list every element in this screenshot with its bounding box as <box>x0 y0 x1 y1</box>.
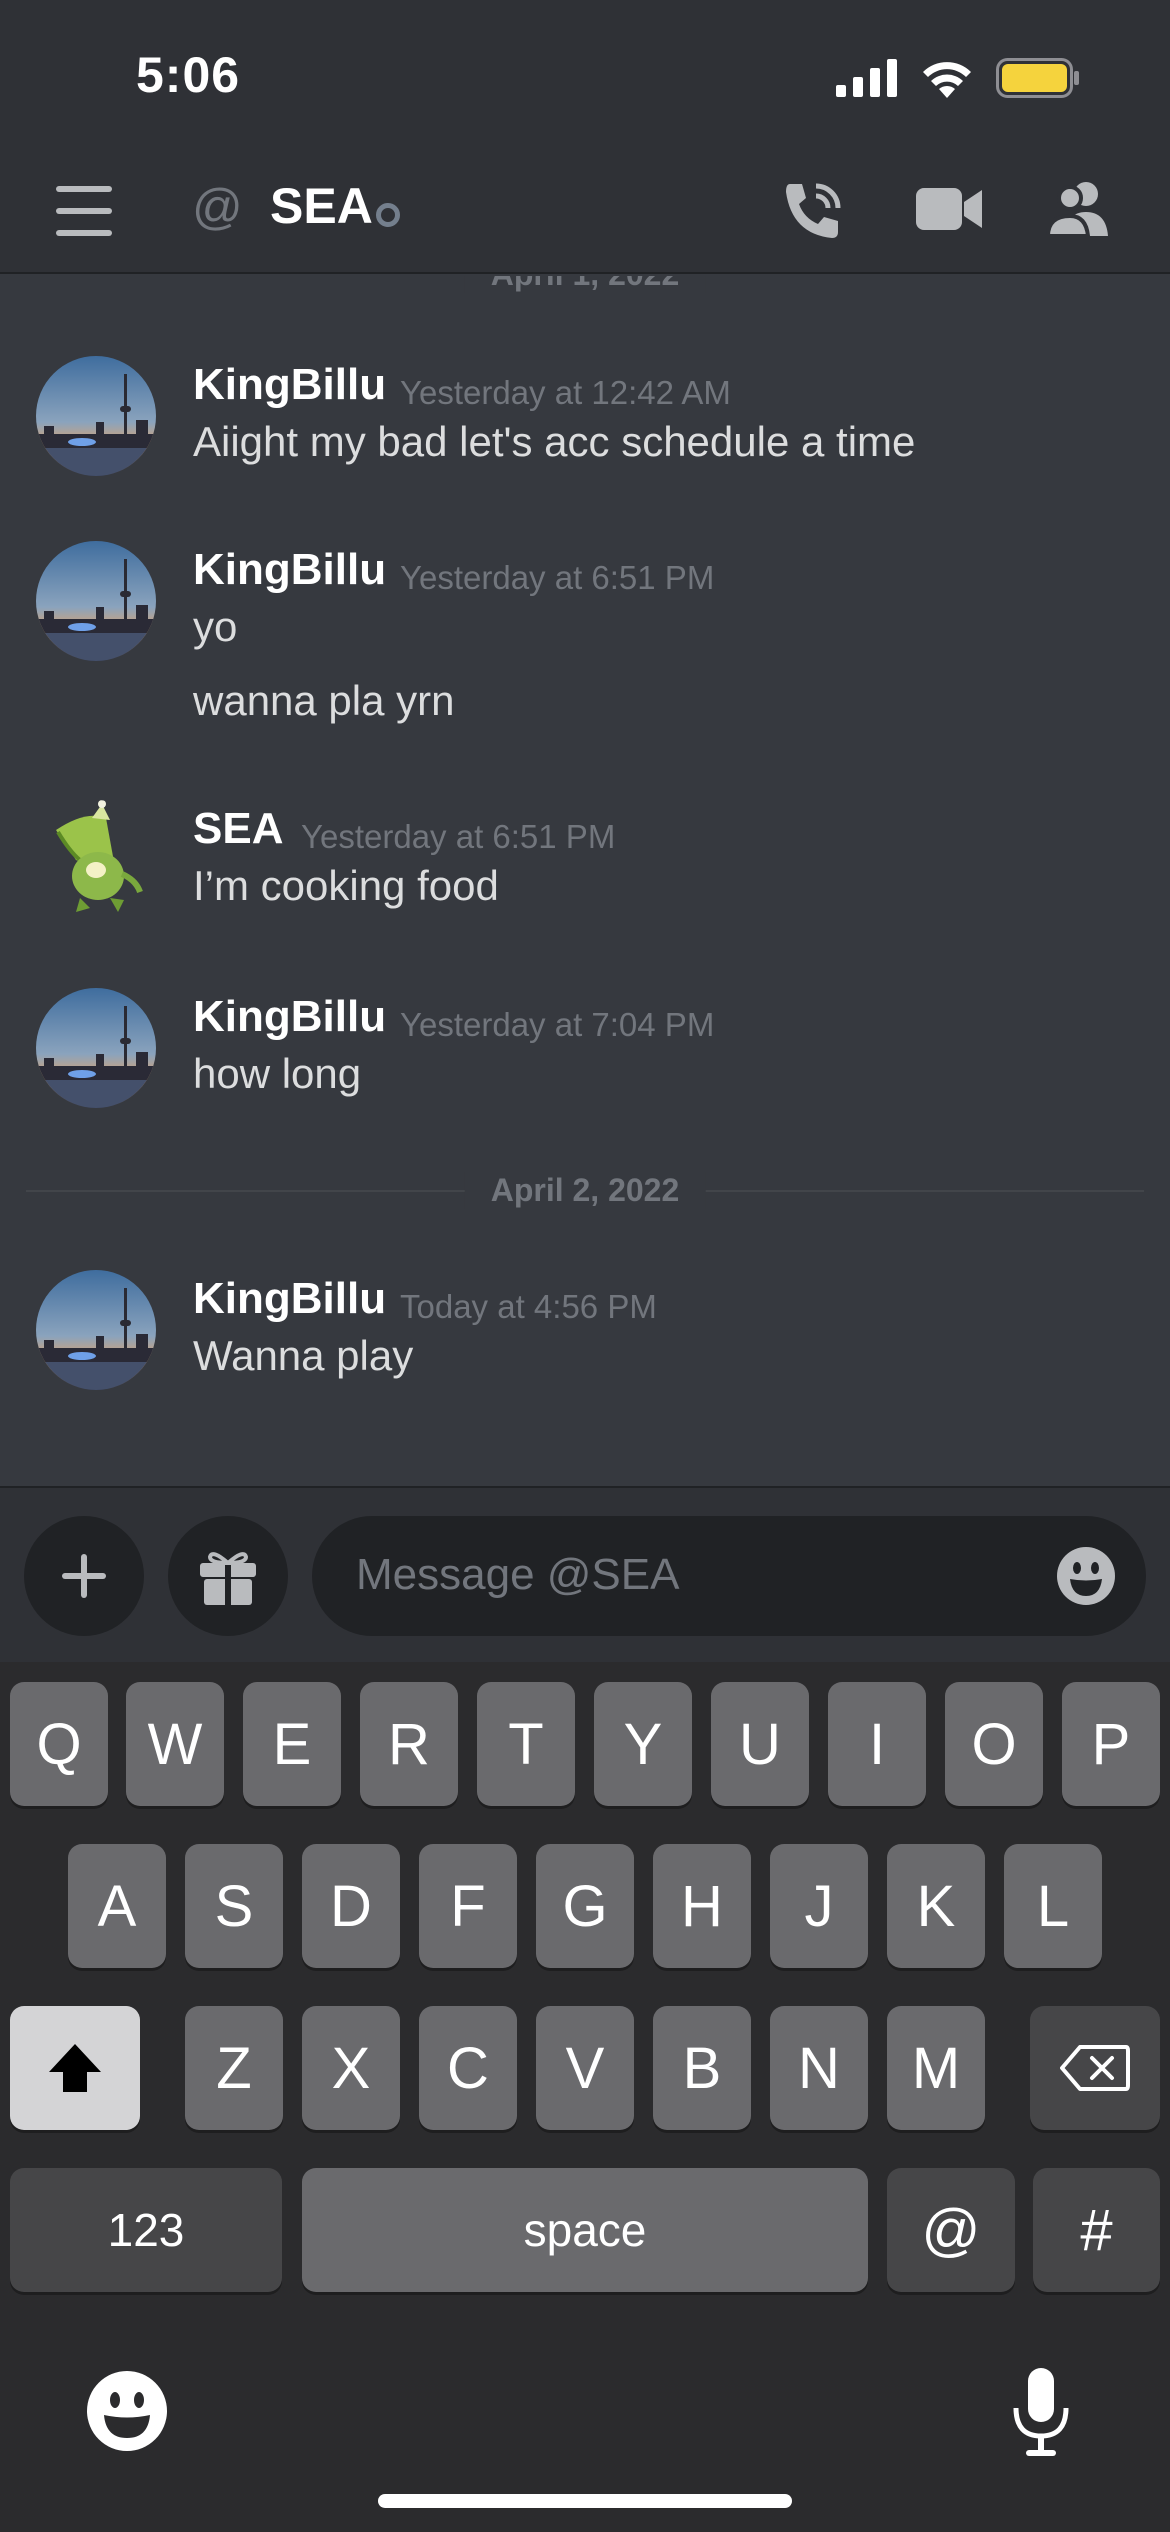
key-v[interactable]: V <box>536 2006 634 2130</box>
message-timestamp: Yesterday at 6:51 PM <box>301 818 616 855</box>
city-skyline-avatar-icon <box>36 1270 156 1390</box>
key-d[interactable]: D <box>302 1844 400 1968</box>
key-j[interactable]: J <box>770 1844 868 1968</box>
key-m[interactable]: M <box>887 2006 985 2130</box>
key-t[interactable]: T <box>477 1682 575 1806</box>
avatar[interactable] <box>36 800 156 920</box>
key-s[interactable]: S <box>185 1844 283 1968</box>
message-author[interactable]: SEA <box>193 804 283 854</box>
key-h[interactable]: H <box>653 1844 751 1968</box>
key-z[interactable]: Z <box>185 2006 283 2130</box>
key-c[interactable]: C <box>419 2006 517 2130</box>
wifi-icon <box>923 62 971 98</box>
status-bar: 5:06 <box>0 0 1170 150</box>
message-text: wanna pla yrn <box>193 677 455 724</box>
menu-line <box>56 230 112 236</box>
voice-call-icon[interactable] <box>782 180 842 242</box>
avatar[interactable] <box>36 356 156 476</box>
message-timestamp: Yesterday at 12:42 AM <box>400 374 731 411</box>
message-text: I’m cooking food <box>193 862 499 909</box>
status-time: 5:06 <box>136 47 241 103</box>
message-timestamp: Yesterday at 6:51 PM <box>400 559 715 596</box>
key-y[interactable]: Y <box>594 1682 692 1806</box>
city-skyline-avatar-icon <box>36 541 156 661</box>
message-input-placeholder: Message @SEA <box>356 1550 680 1599</box>
message-author[interactable]: KingBillu <box>193 992 386 1042</box>
key-f[interactable]: F <box>419 1844 517 1968</box>
message-text: yo <box>193 603 238 650</box>
gift-icon <box>200 1552 256 1605</box>
menu-line <box>56 208 112 214</box>
key-w[interactable]: W <box>126 1682 224 1806</box>
menu-line <box>56 186 112 192</box>
space-key[interactable]: space <box>302 2168 868 2292</box>
key-i[interactable]: I <box>828 1682 926 1806</box>
city-skyline-avatar-icon <box>36 356 156 476</box>
key-u[interactable]: U <box>711 1682 809 1806</box>
member-list-icon[interactable] <box>1046 180 1112 238</box>
message-author[interactable]: KingBillu <box>193 545 386 595</box>
key-x[interactable]: X <box>302 2006 400 2130</box>
message-input[interactable]: Message @SEA <box>312 1516 1146 1636</box>
video-call-icon[interactable] <box>916 186 982 232</box>
at-key[interactable]: @ <box>887 2168 1015 2292</box>
menu-button[interactable] <box>56 186 112 236</box>
battery-icon <box>996 58 1079 98</box>
emoji-picker-icon[interactable] <box>1056 1546 1116 1606</box>
green-creature-avatar-icon <box>56 800 143 912</box>
message-timestamp: Today at 4:56 PM <box>400 1288 657 1325</box>
message-text: Wanna play <box>193 1332 414 1379</box>
avatar[interactable] <box>36 541 156 661</box>
key-n[interactable]: N <box>770 2006 868 2130</box>
hash-key[interactable]: # <box>1033 2168 1160 2292</box>
message-list[interactable]: April 1, 2022 KingBillu Yesterday at 12:… <box>0 276 1170 1486</box>
key-p[interactable]: P <box>1062 1682 1160 1806</box>
key-r[interactable]: R <box>360 1682 458 1806</box>
channel-header: @ SEA <box>0 150 1170 274</box>
avatar[interactable] <box>36 988 156 1108</box>
key-a[interactable]: A <box>68 1844 166 1968</box>
key-l[interactable]: L <box>1004 1844 1102 1968</box>
message-text: how long <box>193 1050 362 1097</box>
offline-status-icon <box>376 203 400 227</box>
message-author[interactable]: KingBillu <box>193 1274 386 1324</box>
message-text: Aiight my bad let's acc schedule a time <box>193 418 916 465</box>
plus-icon <box>62 1554 106 1598</box>
date-divider: April 2, 2022 <box>26 1172 1144 1209</box>
cellular-signal-icon <box>836 59 897 97</box>
key-o[interactable]: O <box>945 1682 1043 1806</box>
home-indicator[interactable] <box>378 2494 792 2508</box>
status-icons <box>836 58 1080 98</box>
at-icon: @ <box>192 179 243 235</box>
message-composer: Message @SEA <box>0 1486 1170 1662</box>
message-author[interactable]: KingBillu <box>193 360 386 410</box>
city-skyline-avatar-icon <box>36 988 156 1108</box>
backspace-key[interactable] <box>1030 2006 1160 2130</box>
message-timestamp: Yesterday at 7:04 PM <box>400 1006 715 1043</box>
key-q[interactable]: Q <box>10 1682 108 1806</box>
date-divider-label: April 2, 2022 <box>464 1172 706 1209</box>
shift-arrow-icon <box>49 2044 101 2092</box>
attach-button[interactable] <box>24 1516 144 1636</box>
avatar[interactable] <box>36 1270 156 1390</box>
channel-title[interactable]: SEA <box>270 177 373 235</box>
on-screen-keyboard: Q W E R T Y U I O P A S D F G H J K L Z … <box>0 1662 1170 2532</box>
backspace-icon <box>1060 2045 1130 2091</box>
key-g[interactable]: G <box>536 1844 634 1968</box>
gift-button[interactable] <box>168 1516 288 1636</box>
key-e[interactable]: E <box>243 1682 341 1806</box>
key-k[interactable]: K <box>887 1844 985 1968</box>
numbers-key[interactable]: 123 <box>10 2168 282 2292</box>
date-divider-label: April 1, 2022 <box>464 276 706 293</box>
key-b[interactable]: B <box>653 2006 751 2130</box>
microphone-icon[interactable] <box>1010 2366 1072 2458</box>
shift-key[interactable] <box>10 2006 140 2130</box>
emoji-keyboard-icon[interactable] <box>86 2370 168 2452</box>
